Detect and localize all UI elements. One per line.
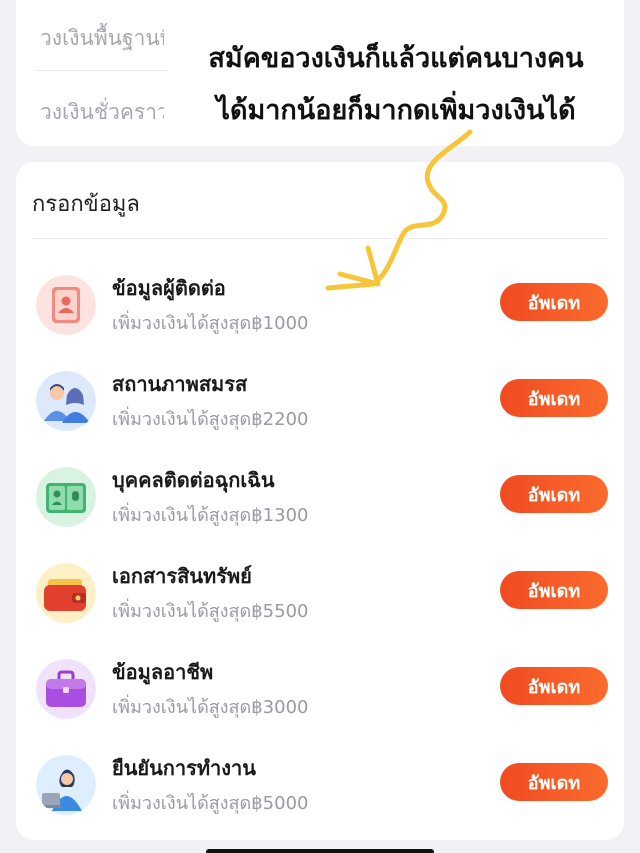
item-subtitle: เพิ่มวงเงินได้สูงสุด฿5000 xyxy=(112,793,309,814)
item-title: ข้อมูลอาชีพ xyxy=(112,660,214,684)
update-button[interactable]: อัพเดท xyxy=(500,667,608,705)
item-title: ข้อมูลผู้ติดต่อ xyxy=(112,276,226,300)
list-item-marital-status: สถานภาพสมรส เพิ่มวงเงินได้สูงสุด฿2200 อั… xyxy=(36,368,612,438)
divider xyxy=(36,70,168,71)
update-button[interactable]: อัพเดท xyxy=(500,475,608,513)
item-subtitle: เพิ่มวงเงินได้สูงสุด฿5500 xyxy=(112,601,309,622)
update-button[interactable]: อัพเดท xyxy=(500,379,608,417)
overlay-caption-line: สมัคขอวงเงินก็แล้วแต่คนบางคน xyxy=(208,43,584,74)
couple-icon xyxy=(36,371,96,431)
item-title: สถานภาพสมรส xyxy=(112,372,248,396)
base-limit-label: วงเงินพื้นฐานที่ได้รับ xyxy=(40,26,164,50)
item-subtitle: เพิ่มวงเงินได้สูงสุด฿1300 xyxy=(112,505,309,526)
home-indicator xyxy=(206,849,434,853)
list-item-emergency-contact: บุคคลติดต่อฉุกเฉิน เพิ่มวงเงินได้สูงสุด฿… xyxy=(36,464,612,534)
item-title: เอกสารสินทรัพย์ xyxy=(112,564,252,588)
temporary-limit-label: วงเงินชั่วคราว xyxy=(40,100,164,124)
wallet-icon xyxy=(36,563,96,623)
update-button[interactable]: อัพเดท xyxy=(500,763,608,801)
update-button[interactable]: อัพเดท xyxy=(500,283,608,321)
item-title: ยืนยันการทำงาน xyxy=(112,756,256,780)
contact-book-icon xyxy=(36,275,96,335)
list-item-employment-verification: ยืนยันการทำงาน เพิ่มวงเงินได้สูงสุด฿5000… xyxy=(36,752,612,822)
item-subtitle: เพิ่มวงเงินได้สูงสุด฿1000 xyxy=(112,313,309,334)
item-subtitle: เพิ่มวงเงินได้สูงสุด฿2200 xyxy=(112,409,309,430)
annotation-arrow-icon xyxy=(325,129,473,291)
office-worker-icon xyxy=(36,755,96,815)
item-title: บุคคลติดต่อฉุกเฉิน xyxy=(112,468,275,492)
briefcase-icon xyxy=(36,659,96,719)
item-subtitle: เพิ่มวงเงินได้สูงสุด฿3000 xyxy=(112,697,309,718)
section-title: กรอกข้อมูล xyxy=(32,192,140,217)
list-item-asset-documents: เอกสารสินทรัพย์ เพิ่มวงเงินได้สูงสุด฿550… xyxy=(36,560,612,630)
emergency-contact-icon xyxy=(36,467,96,527)
list-item-occupation-info: ข้อมูลอาชีพ เพิ่มวงเงินได้สูงสุด฿3000 อั… xyxy=(36,656,612,726)
update-button[interactable]: อัพเดท xyxy=(500,571,608,609)
